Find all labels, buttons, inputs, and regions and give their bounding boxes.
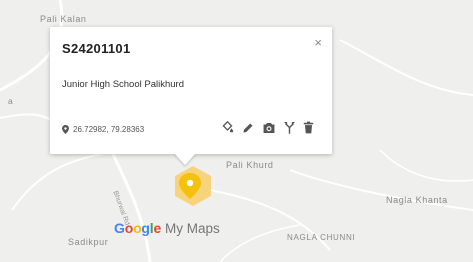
- popup-description: Junior High School Palikhurd: [62, 79, 184, 90]
- google-wordmark: Google: [114, 220, 161, 236]
- popup-pointer: [174, 153, 196, 165]
- road: [219, 224, 301, 262]
- google-letter: o: [124, 220, 134, 236]
- close-icon[interactable]: ×: [314, 35, 322, 50]
- place-label-pali-khurd: Pali Khurd: [226, 160, 274, 170]
- info-popup: S24201101 × Junior High School Palikhurd…: [50, 27, 332, 154]
- coordinates-row: 26.72982, 79.28363: [62, 125, 144, 134]
- google-letter: g: [141, 220, 150, 236]
- map-canvas[interactable]: Pali Kalan a Pali Khurd Nagla Khanta NAG…: [0, 0, 473, 262]
- place-label-pali-kalan: Pali Kalan: [40, 14, 87, 24]
- road: [11, 151, 111, 211]
- camera-icon[interactable]: [262, 122, 276, 134]
- place-label-left-edge: a: [8, 96, 14, 106]
- delete-icon[interactable]: [303, 121, 314, 134]
- road: [339, 39, 473, 96]
- popup-title: S24201101: [62, 41, 131, 56]
- directions-icon[interactable]: [284, 121, 295, 134]
- edit-icon[interactable]: [242, 122, 254, 134]
- google-my-maps-logo: Google My Maps: [114, 220, 220, 236]
- google-letter: G: [114, 220, 125, 236]
- style-icon[interactable]: [221, 121, 234, 134]
- google-letter: e: [153, 220, 162, 236]
- my-maps-label: My Maps: [164, 221, 220, 236]
- location-pin-icon: [62, 125, 69, 134]
- coordinates-text: 26.72982, 79.28363: [73, 125, 145, 134]
- location-marker[interactable]: [168, 162, 218, 212]
- place-label-nagla-khanta: Nagla Khanta: [386, 195, 448, 205]
- popup-actions: [221, 121, 314, 134]
- place-label-nagla-chunni: NAGLA CHUNNI: [287, 233, 356, 242]
- road: [379, 149, 473, 182]
- pin-dot: [186, 179, 194, 187]
- place-label-sadikpur: Sadikpur: [68, 237, 109, 247]
